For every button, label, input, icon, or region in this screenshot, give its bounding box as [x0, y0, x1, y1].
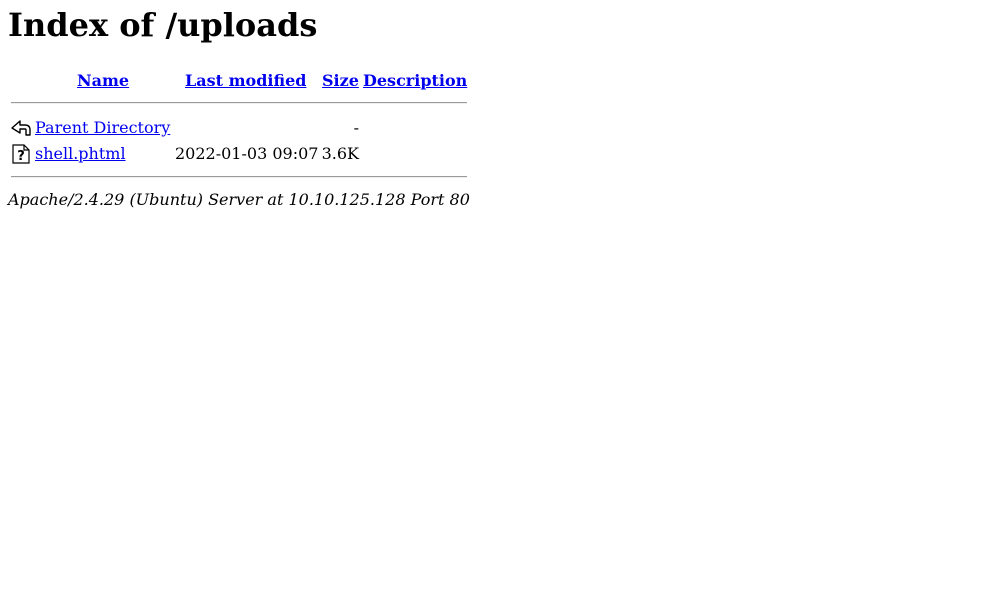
back-icon [11, 120, 31, 136]
svg-text:?: ? [17, 149, 25, 164]
file-link-shell-phtml[interactable]: shell.phtml [35, 144, 126, 164]
sort-by-last-modified-link[interactable]: Last modified [185, 71, 306, 91]
last-modified-cell: 2022-01-03 09:07 [175, 144, 319, 163]
parent-directory-link[interactable]: Parent Directory [35, 118, 170, 138]
header-divider [11, 102, 467, 104]
sort-by-size-link[interactable]: Size [322, 71, 359, 91]
sort-by-name-link[interactable]: Name [77, 71, 129, 91]
size-cell: - [353, 118, 359, 137]
server-signature: Apache/2.4.29 (Ubuntu) Server at 10.10.1… [8, 190, 470, 209]
sort-by-description-link[interactable]: Description [363, 71, 467, 91]
unknown-file-icon: ? [12, 144, 30, 164]
size-cell: 3.6K [321, 144, 359, 163]
page-title: Index of /uploads [8, 6, 318, 44]
footer-divider [11, 176, 467, 178]
